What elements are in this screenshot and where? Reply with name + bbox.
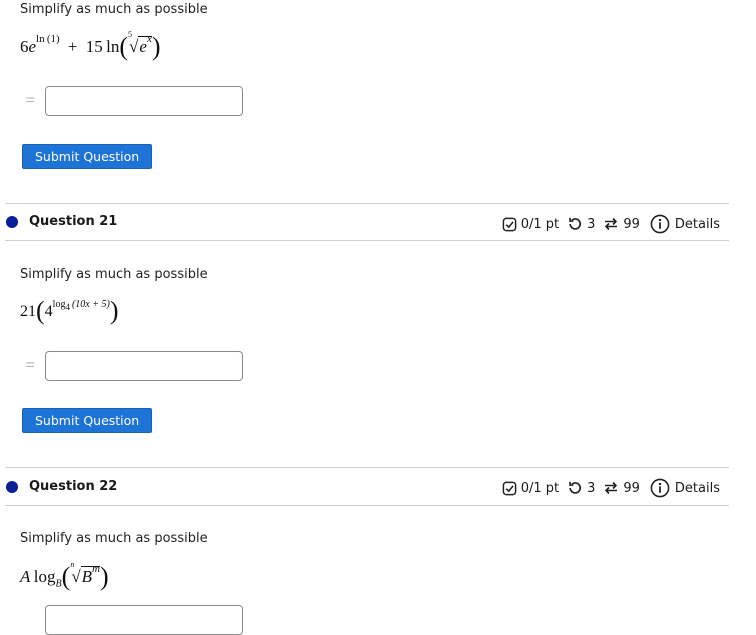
info-icon: [650, 214, 670, 234]
log-base: 4: [65, 302, 70, 312]
details-label: Details: [674, 480, 720, 496]
attempts-icon: [605, 217, 618, 231]
score-text: 0/1 pt: [520, 216, 560, 232]
attempts-count: 99: [623, 216, 640, 232]
divider: [5, 240, 729, 241]
coefficient: 21: [20, 303, 36, 320]
checkbox-score-icon: [502, 217, 517, 231]
log-function: log: [33, 567, 56, 586]
details-label: Details: [674, 216, 720, 232]
answer-input[interactable]: [45, 86, 243, 116]
retry-icon: [569, 481, 582, 494]
base: 4: [44, 303, 53, 320]
plus-sign: +: [67, 37, 78, 56]
divider: [5, 203, 729, 204]
coefficient: 6: [20, 37, 29, 56]
question-bullet: [6, 481, 18, 493]
math-expression: 21(4log4 (10x + 5)): [20, 296, 119, 325]
question-bullet: [6, 216, 18, 228]
divider: [5, 505, 729, 506]
exponent-argument: (1): [46, 33, 60, 45]
root-index: 5: [128, 30, 133, 39]
root-exponent: x: [146, 33, 152, 45]
retries-count: 3: [587, 216, 596, 232]
log-function: log: [52, 299, 66, 310]
details-link[interactable]: Details: [650, 478, 720, 498]
answer-input[interactable]: [45, 351, 243, 381]
attempts-icon: [605, 481, 618, 495]
info-icon: [650, 478, 670, 498]
base-e: e: [28, 37, 37, 56]
math-expression: 6eln (1) + 15 ln(5√ex): [20, 30, 161, 61]
math-expression: A logB(n√Bm): [20, 560, 109, 591]
question-prompt: Simplify as much as possible: [20, 267, 208, 282]
question-prompt: Simplify as much as possible: [20, 2, 208, 17]
question-title: Question 22: [29, 479, 118, 494]
variable-a: A: [20, 567, 31, 586]
answer-input[interactable]: [45, 605, 243, 635]
exponent-function: ln: [36, 33, 45, 45]
question-meta: 0/1 pt 3 99 Details: [502, 214, 720, 234]
score-text: 0/1 pt: [520, 480, 560, 496]
root-base: B: [81, 567, 93, 586]
coefficient-2: 15: [85, 37, 103, 56]
equals-sign: =: [25, 355, 36, 375]
root-exponent: m: [92, 563, 100, 575]
question-prompt: Simplify as much as possible: [20, 531, 208, 546]
root-base: e: [139, 37, 147, 56]
log-argument: (10x + 5): [71, 299, 110, 310]
attempts-count: 99: [623, 480, 640, 496]
root-index: n: [70, 560, 75, 569]
submit-question-button[interactable]: Submit Question: [22, 144, 153, 169]
retries-count: 3: [587, 480, 596, 496]
ln-function: ln: [106, 37, 120, 56]
retry-icon: [569, 217, 582, 230]
equals-sign: =: [25, 90, 36, 110]
question-meta: 0/1 pt 3 99 Details: [502, 478, 720, 498]
submit-question-button[interactable]: Submit Question: [22, 408, 153, 433]
divider: [5, 467, 729, 468]
question-title: Question 21: [29, 214, 118, 229]
checkbox-score-icon: [502, 481, 517, 495]
details-link[interactable]: Details: [650, 214, 720, 234]
